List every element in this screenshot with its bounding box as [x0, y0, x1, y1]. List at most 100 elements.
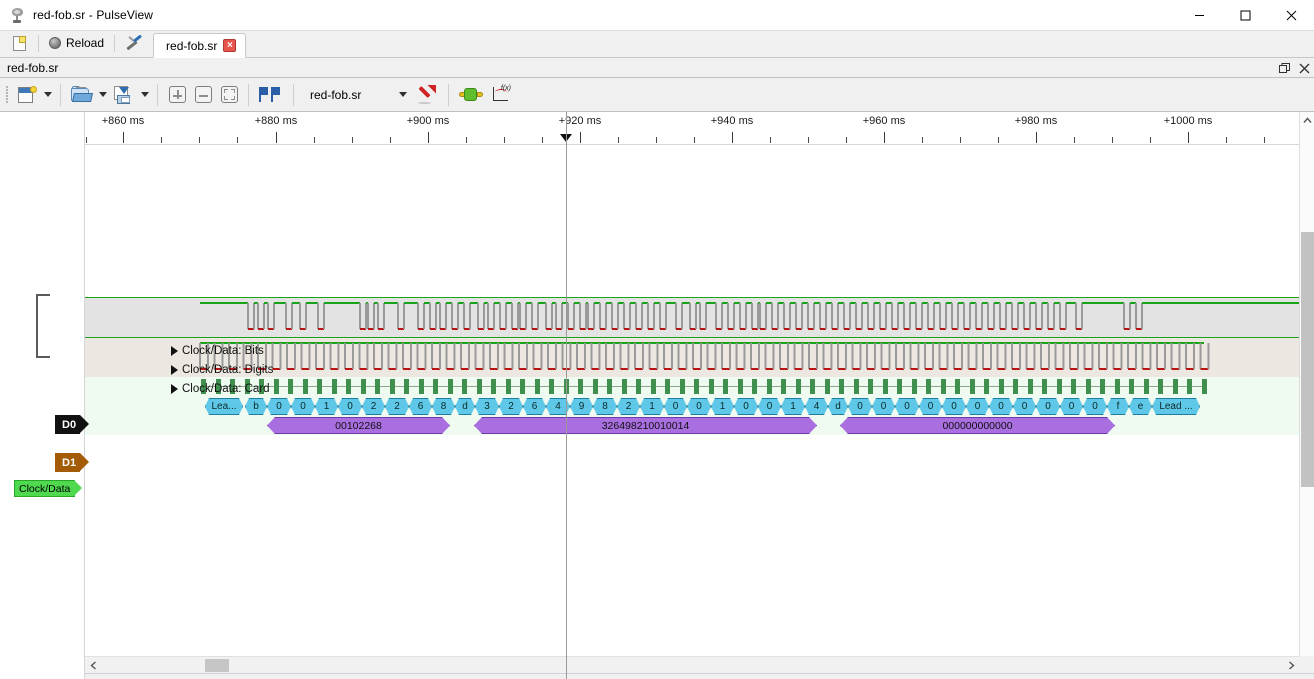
bit-annotation[interactable]: [462, 379, 467, 394]
new-session-button[interactable]: [13, 82, 41, 108]
minimize-button[interactable]: [1176, 0, 1222, 31]
device-selector[interactable]: red-fob.sr: [300, 83, 412, 107]
bit-annotation[interactable]: [766, 379, 772, 394]
waveform-row-d1[interactable]: [85, 337, 1299, 377]
save-file-dropdown[interactable]: [138, 82, 151, 108]
bit-annotation[interactable]: [810, 379, 815, 394]
bit-annotation[interactable]: [781, 379, 786, 394]
show-cursors-button[interactable]: [255, 82, 287, 108]
digit-annotation[interactable]: 1: [711, 398, 734, 415]
bit-annotation[interactable]: [1114, 379, 1120, 394]
tab-close-icon[interactable]: ×: [223, 39, 237, 52]
bit-annotation[interactable]: [1085, 379, 1091, 394]
bit-annotation[interactable]: [520, 379, 525, 394]
bit-annotation[interactable]: [694, 379, 699, 394]
digit-annotation[interactable]: 0: [872, 398, 895, 415]
bit-annotation[interactable]: [882, 379, 888, 394]
digit-annotation[interactable]: 0: [895, 398, 919, 415]
decoder-rows-area[interactable]: Lea... b 0 0 1 0 2 2 6 8 d 3 2 6 4 9 8 2 1 0 0 1 0 0 1 4 d 0 0 0 0 0 0 0 0…: [85, 377, 1299, 435]
bit-annotation[interactable]: [984, 379, 989, 394]
digit-annotation[interactable]: 1: [640, 398, 664, 415]
bit-annotation[interactable]: [708, 379, 714, 394]
digit-annotation[interactable]: 8: [432, 398, 455, 415]
bit-annotation[interactable]: [1013, 379, 1018, 394]
vertical-scrollbar[interactable]: [1299, 112, 1314, 679]
digit-annotation[interactable]: 0: [1013, 398, 1036, 415]
digit-annotation[interactable]: 0: [942, 398, 966, 415]
bit-annotation[interactable]: [969, 379, 975, 394]
digit-annotation[interactable]: 0: [267, 398, 291, 415]
card-annotation[interactable]: 326498210010014: [474, 417, 817, 434]
bit-annotation[interactable]: [752, 379, 757, 394]
bit-annotation[interactable]: [549, 379, 554, 394]
bit-annotation[interactable]: [215, 379, 221, 394]
digit-annotation[interactable]: 3: [475, 398, 499, 415]
settings-button[interactable]: [123, 33, 145, 53]
add-math-signal-button[interactable]: f(x): [487, 82, 515, 108]
bit-annotation[interactable]: [795, 379, 801, 394]
bit-annotation[interactable]: [273, 379, 279, 394]
digit-annotation[interactable]: d: [828, 398, 848, 415]
scroll-up-button[interactable]: [1300, 112, 1314, 128]
session-tab-red-fob[interactable]: red-fob.sr ×: [153, 33, 247, 58]
digit-annotation[interactable]: 0: [687, 398, 711, 415]
digit-annotation[interactable]: 1: [781, 398, 805, 415]
digit-annotation[interactable]: 0: [919, 398, 942, 415]
bit-annotation[interactable]: [1056, 379, 1062, 394]
bit-annotation[interactable]: [679, 379, 685, 394]
bit-annotation[interactable]: [723, 379, 728, 394]
save-file-button[interactable]: [109, 82, 138, 108]
bit-annotation[interactable]: [302, 379, 308, 394]
horizontal-scrollbar[interactable]: [85, 656, 1299, 673]
bit-annotation[interactable]: [926, 379, 931, 394]
bit-annotation[interactable]: [650, 379, 656, 394]
bit-annotation[interactable]: [1201, 379, 1207, 394]
bit-annotation[interactable]: [505, 379, 511, 394]
bit-annotation[interactable]: [636, 379, 641, 394]
bit-annotation[interactable]: [447, 379, 453, 394]
digit-annotation[interactable]: 2: [617, 398, 640, 415]
close-button[interactable]: [1268, 0, 1314, 31]
reload-button[interactable]: Reload: [45, 33, 108, 53]
bit-annotation[interactable]: [433, 379, 438, 394]
bit-annotation[interactable]: [940, 379, 946, 394]
bit-annotation[interactable]: [621, 379, 627, 394]
digit-annotation[interactable]: 0: [758, 398, 781, 415]
bit-annotation[interactable]: [1187, 379, 1192, 394]
bit-annotation[interactable]: [259, 379, 264, 394]
bit-annotation[interactable]: [491, 379, 496, 394]
bit-annotation[interactable]: [288, 379, 293, 394]
open-file-button[interactable]: [67, 82, 96, 108]
channel-badge-d0[interactable]: D0: [55, 415, 90, 434]
digit-annotation[interactable]: 0: [1083, 398, 1107, 415]
card-annotation[interactable]: 000000000000: [840, 417, 1115, 434]
add-decoder-button[interactable]: [455, 82, 487, 108]
decoder-badge-clock-data[interactable]: Clock/Data: [14, 480, 83, 497]
trace-pane[interactable]: +860 ms +880 ms +900 ms +920 ms +940 ms +960 …: [85, 112, 1299, 679]
digit-annotation[interactable]: d: [455, 398, 475, 415]
open-file-dropdown[interactable]: [96, 82, 109, 108]
digit-annotation[interactable]: 0: [664, 398, 687, 415]
digit-annotation[interactable]: 0: [966, 398, 989, 415]
bit-annotation[interactable]: [1158, 379, 1163, 394]
new-session-button[interactable]: [8, 33, 30, 53]
scroll-right-button[interactable]: [1283, 657, 1299, 674]
bit-annotation[interactable]: [476, 379, 482, 394]
digit-annotation[interactable]: b: [245, 398, 267, 415]
digit-annotation[interactable]: f: [1107, 398, 1129, 415]
digit-annotation[interactable]: 0: [848, 398, 872, 415]
bit-annotation[interactable]: [317, 379, 322, 394]
dock-close-icon[interactable]: [1298, 62, 1310, 74]
maximize-button[interactable]: [1222, 0, 1268, 31]
digit-annotation[interactable]: 0: [338, 398, 362, 415]
digit-annotation[interactable]: 2: [362, 398, 385, 415]
dock-float-icon[interactable]: [1278, 62, 1290, 74]
scroll-left-button[interactable]: [85, 657, 101, 674]
bit-annotation[interactable]: [853, 379, 859, 394]
digit-annotation[interactable]: 6: [409, 398, 432, 415]
run-capture-button[interactable]: [412, 82, 442, 108]
bit-annotation[interactable]: [955, 379, 960, 394]
bit-annotation[interactable]: [389, 379, 395, 394]
time-ruler[interactable]: +860 ms +880 ms +900 ms +920 ms +940 ms +960 …: [85, 112, 1299, 145]
digit-annotation[interactable]: 2: [385, 398, 409, 415]
